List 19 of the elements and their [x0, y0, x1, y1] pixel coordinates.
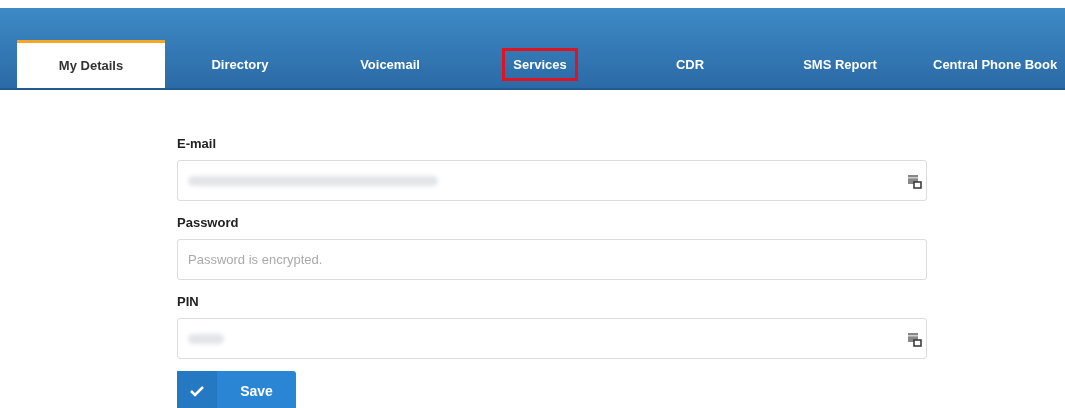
blurred-value — [188, 333, 224, 344]
input-field[interactable]: Password is encrypted. — [177, 239, 927, 280]
tab[interactable]: Central Phone Book — [915, 40, 1058, 88]
tab[interactable]: CDR — [615, 40, 765, 88]
tab[interactable]: My Details — [17, 40, 165, 88]
tab[interactable]: Voicemail — [315, 40, 465, 88]
check-icon — [190, 385, 204, 397]
field-label: PIN — [177, 294, 199, 309]
save-button[interactable]: Save — [177, 371, 296, 408]
input-field[interactable] — [177, 160, 927, 201]
tab[interactable]: SMS Report — [765, 40, 915, 88]
field-label: Password — [177, 215, 239, 230]
tab[interactable]: Directory — [165, 40, 315, 88]
card-icon[interactable] — [908, 172, 922, 189]
field-label: E-mail — [177, 136, 216, 151]
highlight-frame: Services — [502, 47, 578, 81]
input-field[interactable] — [177, 318, 927, 359]
tab[interactable]: Services — [465, 40, 615, 88]
card-icon[interactable] — [908, 330, 922, 347]
